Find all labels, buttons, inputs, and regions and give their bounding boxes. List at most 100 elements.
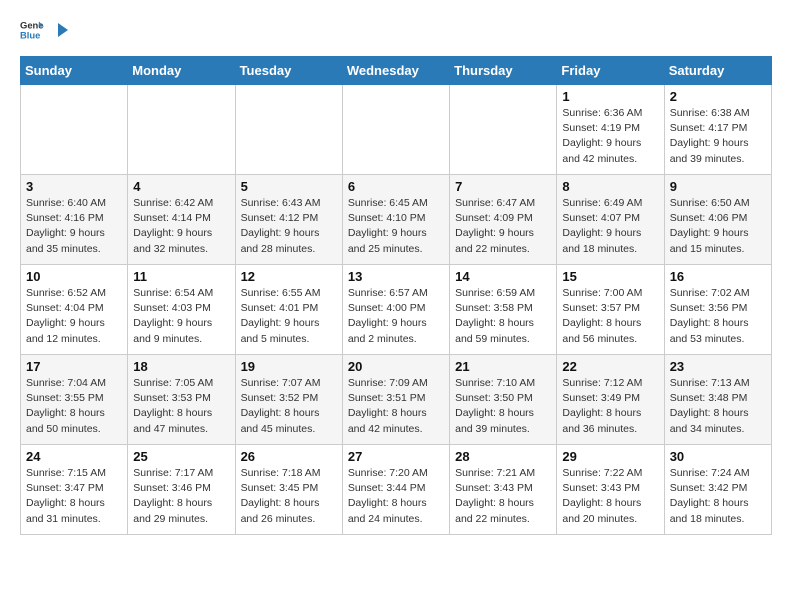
day-number: 23 [670, 359, 766, 374]
calendar-cell: 28 Sunrise: 7:21 AM Sunset: 3:43 PM Dayli… [450, 445, 557, 535]
calendar-cell: 16 Sunrise: 7:02 AM Sunset: 3:56 PM Dayli… [664, 265, 771, 355]
day-info: Sunrise: 6:57 AM Sunset: 4:00 PM Dayligh… [348, 286, 444, 347]
day-info: Sunrise: 7:13 AM Sunset: 3:48 PM Dayligh… [670, 376, 766, 437]
day-number: 4 [133, 179, 229, 194]
calendar-cell [235, 85, 342, 175]
calendar-cell: 27Sunrise: 7:20 AM Sunset: 3:44 PM Dayli… [342, 445, 449, 535]
day-number: 13 [348, 269, 444, 284]
calendar-cell [21, 85, 128, 175]
day-number: 30 [670, 449, 766, 464]
day-number: 5 [241, 179, 337, 194]
day-number: 16 [670, 269, 766, 284]
day-info: Sunrise: 7:22 AM Sunset: 3:43 PM Dayligh… [562, 466, 658, 527]
day-info: Sunrise: 7:24 AM Sunset: 3:42 PM Dayligh… [670, 466, 766, 527]
header-thursday: Thursday [450, 57, 557, 85]
calendar-cell: 22 Sunrise: 7:12 AM Sunset: 3:49 PM Dayli… [557, 355, 664, 445]
header-monday: Monday [128, 57, 235, 85]
day-info: Sunrise: 7:21 AM Sunset: 3:43 PM Dayligh… [455, 466, 551, 527]
header-saturday: Saturday [664, 57, 771, 85]
calendar-cell: 17 Sunrise: 7:04 AM Sunset: 3:55 PM Dayli… [21, 355, 128, 445]
header-friday: Friday [557, 57, 664, 85]
calendar-week-row: 3 Sunrise: 6:40 AM Sunset: 4:16 PM Daylig… [21, 175, 772, 265]
calendar-week-row: 17 Sunrise: 7:04 AM Sunset: 3:55 PM Dayli… [21, 355, 772, 445]
calendar-cell: 23 Sunrise: 7:13 AM Sunset: 3:48 PM Dayli… [664, 355, 771, 445]
calendar-cell: 19 Sunrise: 7:07 AM Sunset: 3:52 PM Dayli… [235, 355, 342, 445]
day-info: Sunrise: 6:49 AM Sunset: 4:07 PM Dayligh… [562, 196, 658, 257]
day-info: Sunrise: 7:00 AM Sunset: 3:57 PM Dayligh… [562, 286, 658, 347]
day-number: 8 [562, 179, 658, 194]
day-info: Sunrise: 6:47 AM Sunset: 4:09 PM Dayligh… [455, 196, 551, 257]
day-number: 12 [241, 269, 337, 284]
calendar-cell: 7 Sunrise: 6:47 AM Sunset: 4:09 PM Daylig… [450, 175, 557, 265]
day-number: 20 [348, 359, 444, 374]
calendar-week-row: 1Sunrise: 6:36 AM Sunset: 4:19 PM Daylig… [21, 85, 772, 175]
day-number: 11 [133, 269, 229, 284]
day-info: Sunrise: 7:20 AM Sunset: 3:44 PM Dayligh… [348, 466, 444, 527]
day-info: Sunrise: 7:02 AM Sunset: 3:56 PM Dayligh… [670, 286, 766, 347]
header-tuesday: Tuesday [235, 57, 342, 85]
logo: General Blue [20, 18, 68, 42]
day-info: Sunrise: 6:38 AM Sunset: 4:17 PM Dayligh… [670, 106, 766, 167]
calendar-cell: 25 Sunrise: 7:17 AM Sunset: 3:46 PM Dayli… [128, 445, 235, 535]
calendar-week-row: 10 Sunrise: 6:52 AM Sunset: 4:04 PM Dayli… [21, 265, 772, 355]
calendar-cell: 26Sunrise: 7:18 AM Sunset: 3:45 PM Dayli… [235, 445, 342, 535]
calendar-cell: 21Sunrise: 7:10 AM Sunset: 3:50 PM Dayli… [450, 355, 557, 445]
day-number: 29 [562, 449, 658, 464]
day-info: Sunrise: 7:18 AM Sunset: 3:45 PM Dayligh… [241, 466, 337, 527]
calendar-cell: 4 Sunrise: 6:42 AM Sunset: 4:14 PM Daylig… [128, 175, 235, 265]
calendar-cell: 29 Sunrise: 7:22 AM Sunset: 3:43 PM Dayli… [557, 445, 664, 535]
calendar-cell: 20 Sunrise: 7:09 AM Sunset: 3:51 PM Dayli… [342, 355, 449, 445]
day-info: Sunrise: 6:43 AM Sunset: 4:12 PM Dayligh… [241, 196, 337, 257]
calendar-cell: 5 Sunrise: 6:43 AM Sunset: 4:12 PM Daylig… [235, 175, 342, 265]
calendar-cell: 30 Sunrise: 7:24 AM Sunset: 3:42 PM Dayli… [664, 445, 771, 535]
day-number: 19 [241, 359, 337, 374]
calendar-cell: 13 Sunrise: 6:57 AM Sunset: 4:00 PM Dayli… [342, 265, 449, 355]
day-number: 17 [26, 359, 122, 374]
header-wednesday: Wednesday [342, 57, 449, 85]
calendar-cell: 3 Sunrise: 6:40 AM Sunset: 4:16 PM Daylig… [21, 175, 128, 265]
day-number: 2 [670, 89, 766, 104]
day-number: 10 [26, 269, 122, 284]
calendar-cell: 6Sunrise: 6:45 AM Sunset: 4:10 PM Daylig… [342, 175, 449, 265]
day-info: Sunrise: 7:17 AM Sunset: 3:46 PM Dayligh… [133, 466, 229, 527]
day-number: 3 [26, 179, 122, 194]
calendar-cell: 15 Sunrise: 7:00 AM Sunset: 3:57 PM Dayli… [557, 265, 664, 355]
day-number: 14 [455, 269, 551, 284]
day-info: Sunrise: 6:42 AM Sunset: 4:14 PM Dayligh… [133, 196, 229, 257]
day-info: Sunrise: 6:50 AM Sunset: 4:06 PM Dayligh… [670, 196, 766, 257]
calendar-cell: 14Sunrise: 6:59 AM Sunset: 3:58 PM Dayli… [450, 265, 557, 355]
day-info: Sunrise: 7:04 AM Sunset: 3:55 PM Dayligh… [26, 376, 122, 437]
calendar-cell: 11 Sunrise: 6:54 AM Sunset: 4:03 PM Dayli… [128, 265, 235, 355]
day-info: Sunrise: 6:55 AM Sunset: 4:01 PM Dayligh… [241, 286, 337, 347]
calendar-cell: 8 Sunrise: 6:49 AM Sunset: 4:07 PM Daylig… [557, 175, 664, 265]
day-info: Sunrise: 6:40 AM Sunset: 4:16 PM Dayligh… [26, 196, 122, 257]
day-info: Sunrise: 7:12 AM Sunset: 3:49 PM Dayligh… [562, 376, 658, 437]
day-info: Sunrise: 7:07 AM Sunset: 3:52 PM Dayligh… [241, 376, 337, 437]
day-number: 28 [455, 449, 551, 464]
day-info: Sunrise: 7:05 AM Sunset: 3:53 PM Dayligh… [133, 376, 229, 437]
calendar-cell: 2 Sunrise: 6:38 AM Sunset: 4:17 PM Daylig… [664, 85, 771, 175]
day-number: 22 [562, 359, 658, 374]
day-number: 18 [133, 359, 229, 374]
day-info: Sunrise: 7:09 AM Sunset: 3:51 PM Dayligh… [348, 376, 444, 437]
page: General Blue Sunday Monda [0, 0, 792, 549]
header-sunday: Sunday [21, 57, 128, 85]
calendar-cell: 12 Sunrise: 6:55 AM Sunset: 4:01 PM Dayli… [235, 265, 342, 355]
header: General Blue [20, 18, 772, 42]
calendar-cell: 1Sunrise: 6:36 AM Sunset: 4:19 PM Daylig… [557, 85, 664, 175]
day-info: Sunrise: 6:36 AM Sunset: 4:19 PM Dayligh… [562, 106, 658, 167]
logo-icon: General Blue [20, 18, 44, 42]
day-info: Sunrise: 6:52 AM Sunset: 4:04 PM Dayligh… [26, 286, 122, 347]
day-info: Sunrise: 7:15 AM Sunset: 3:47 PM Dayligh… [26, 466, 122, 527]
calendar-cell: 9 Sunrise: 6:50 AM Sunset: 4:06 PM Daylig… [664, 175, 771, 265]
day-number: 9 [670, 179, 766, 194]
weekday-header-row: Sunday Monday Tuesday Wednesday Thursday… [21, 57, 772, 85]
logo-arrow-icon [50, 21, 68, 39]
day-info: Sunrise: 6:54 AM Sunset: 4:03 PM Dayligh… [133, 286, 229, 347]
day-info: Sunrise: 6:45 AM Sunset: 4:10 PM Dayligh… [348, 196, 444, 257]
calendar-cell: 10 Sunrise: 6:52 AM Sunset: 4:04 PM Dayli… [21, 265, 128, 355]
day-number: 15 [562, 269, 658, 284]
day-number: 7 [455, 179, 551, 194]
day-number: 25 [133, 449, 229, 464]
day-info: Sunrise: 7:10 AM Sunset: 3:50 PM Dayligh… [455, 376, 551, 437]
